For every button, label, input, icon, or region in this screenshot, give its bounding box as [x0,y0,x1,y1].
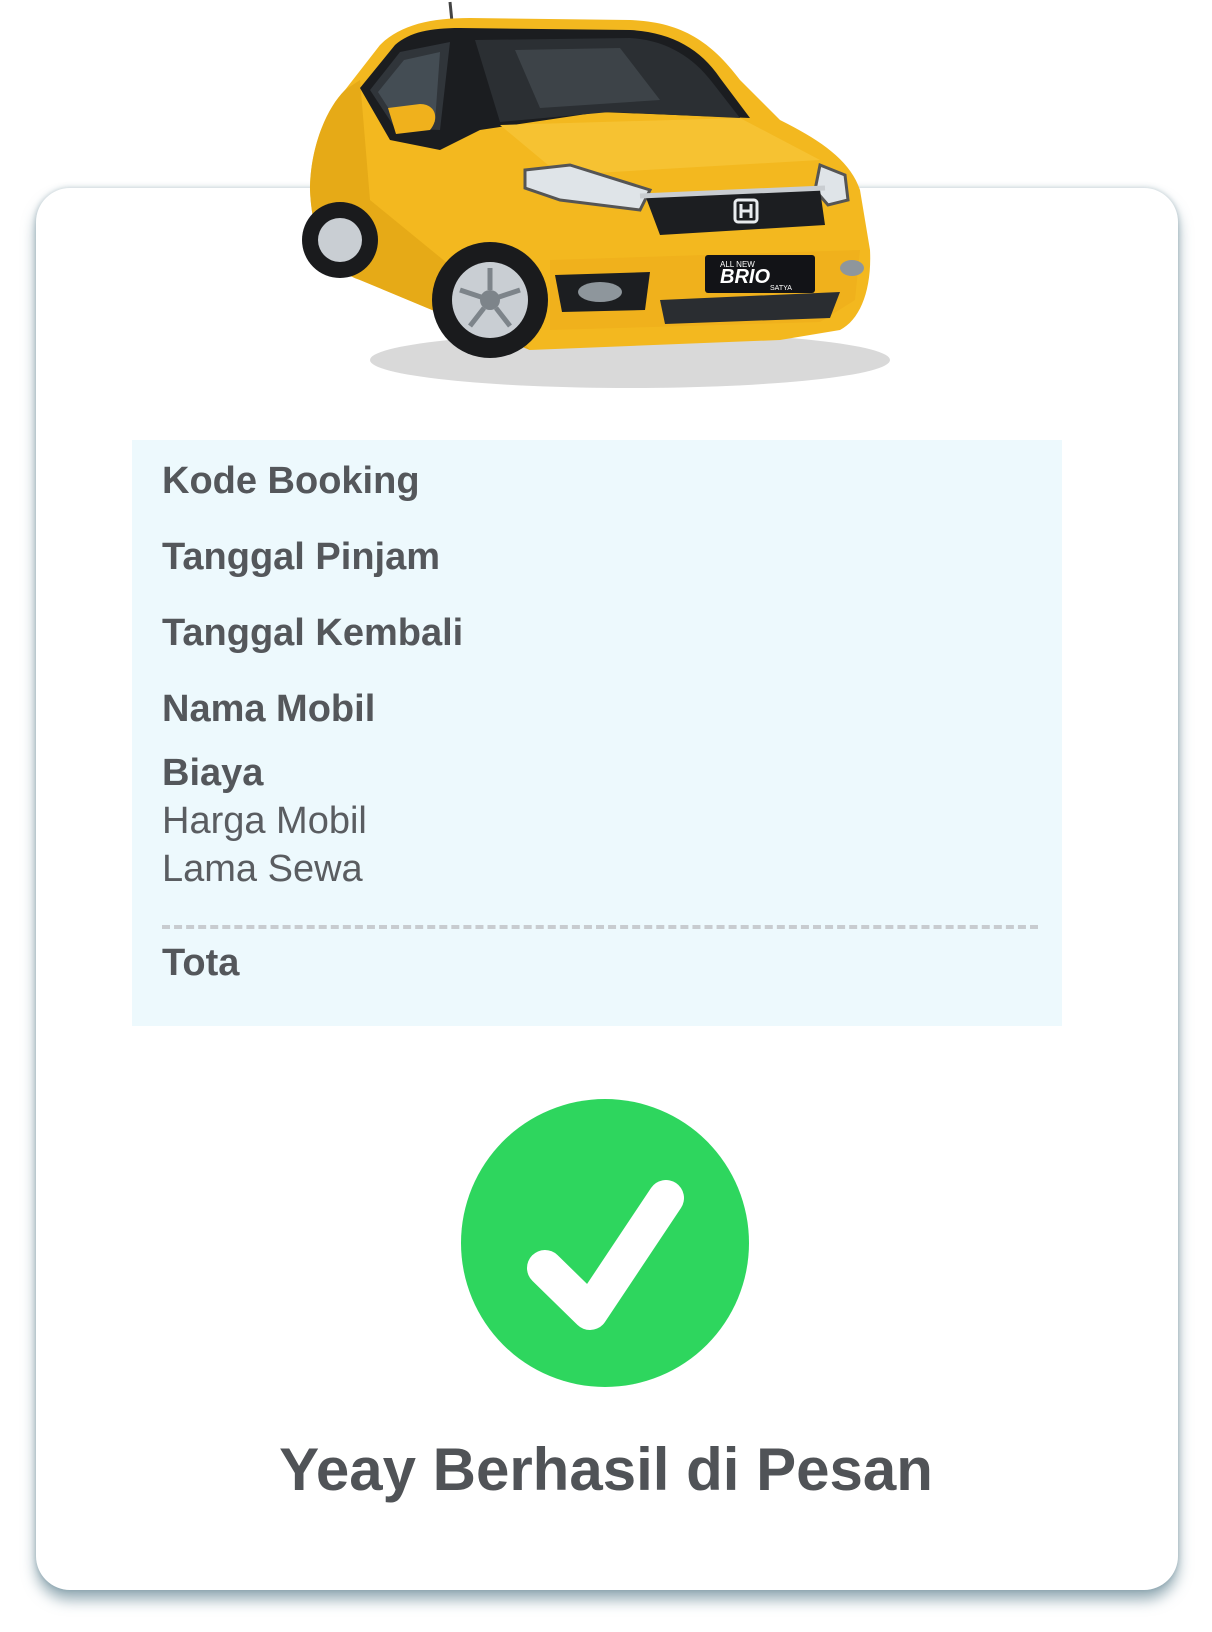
badge-main-text: BRIO [720,266,770,288]
check-icon [460,1098,750,1388]
nama-mobil-label: Nama Mobil [162,688,376,730]
success-message: Yeay Berhasil di Pesan [279,1436,933,1503]
biaya-label: Biaya [162,752,264,794]
total-divider [162,925,1038,929]
car-image: ALL NEW BRIO SATYA [300,0,912,400]
booking-details-panel: Kode Booking Tanggal Pinjam Tanggal Kemb… [132,440,1062,1026]
booking-success-page: ALL NEW BRIO SATYA Kode Booking Tanggal … [0,0,1212,1632]
tanggal-kembali-label: Tanggal Kembali [162,612,464,654]
badge-sub-text: SATYA [770,285,792,292]
car-badge: ALL NEW BRIO SATYA [705,255,815,293]
tanggal-pinjam-label: Tanggal Pinjam [162,536,441,578]
harga-mobil-label: Harga Mobil [162,800,367,842]
kode-booking-label: Kode Booking [162,460,420,502]
total-label: Tota [162,942,240,984]
lama-sewa-label: Lama Sewa [162,848,363,890]
